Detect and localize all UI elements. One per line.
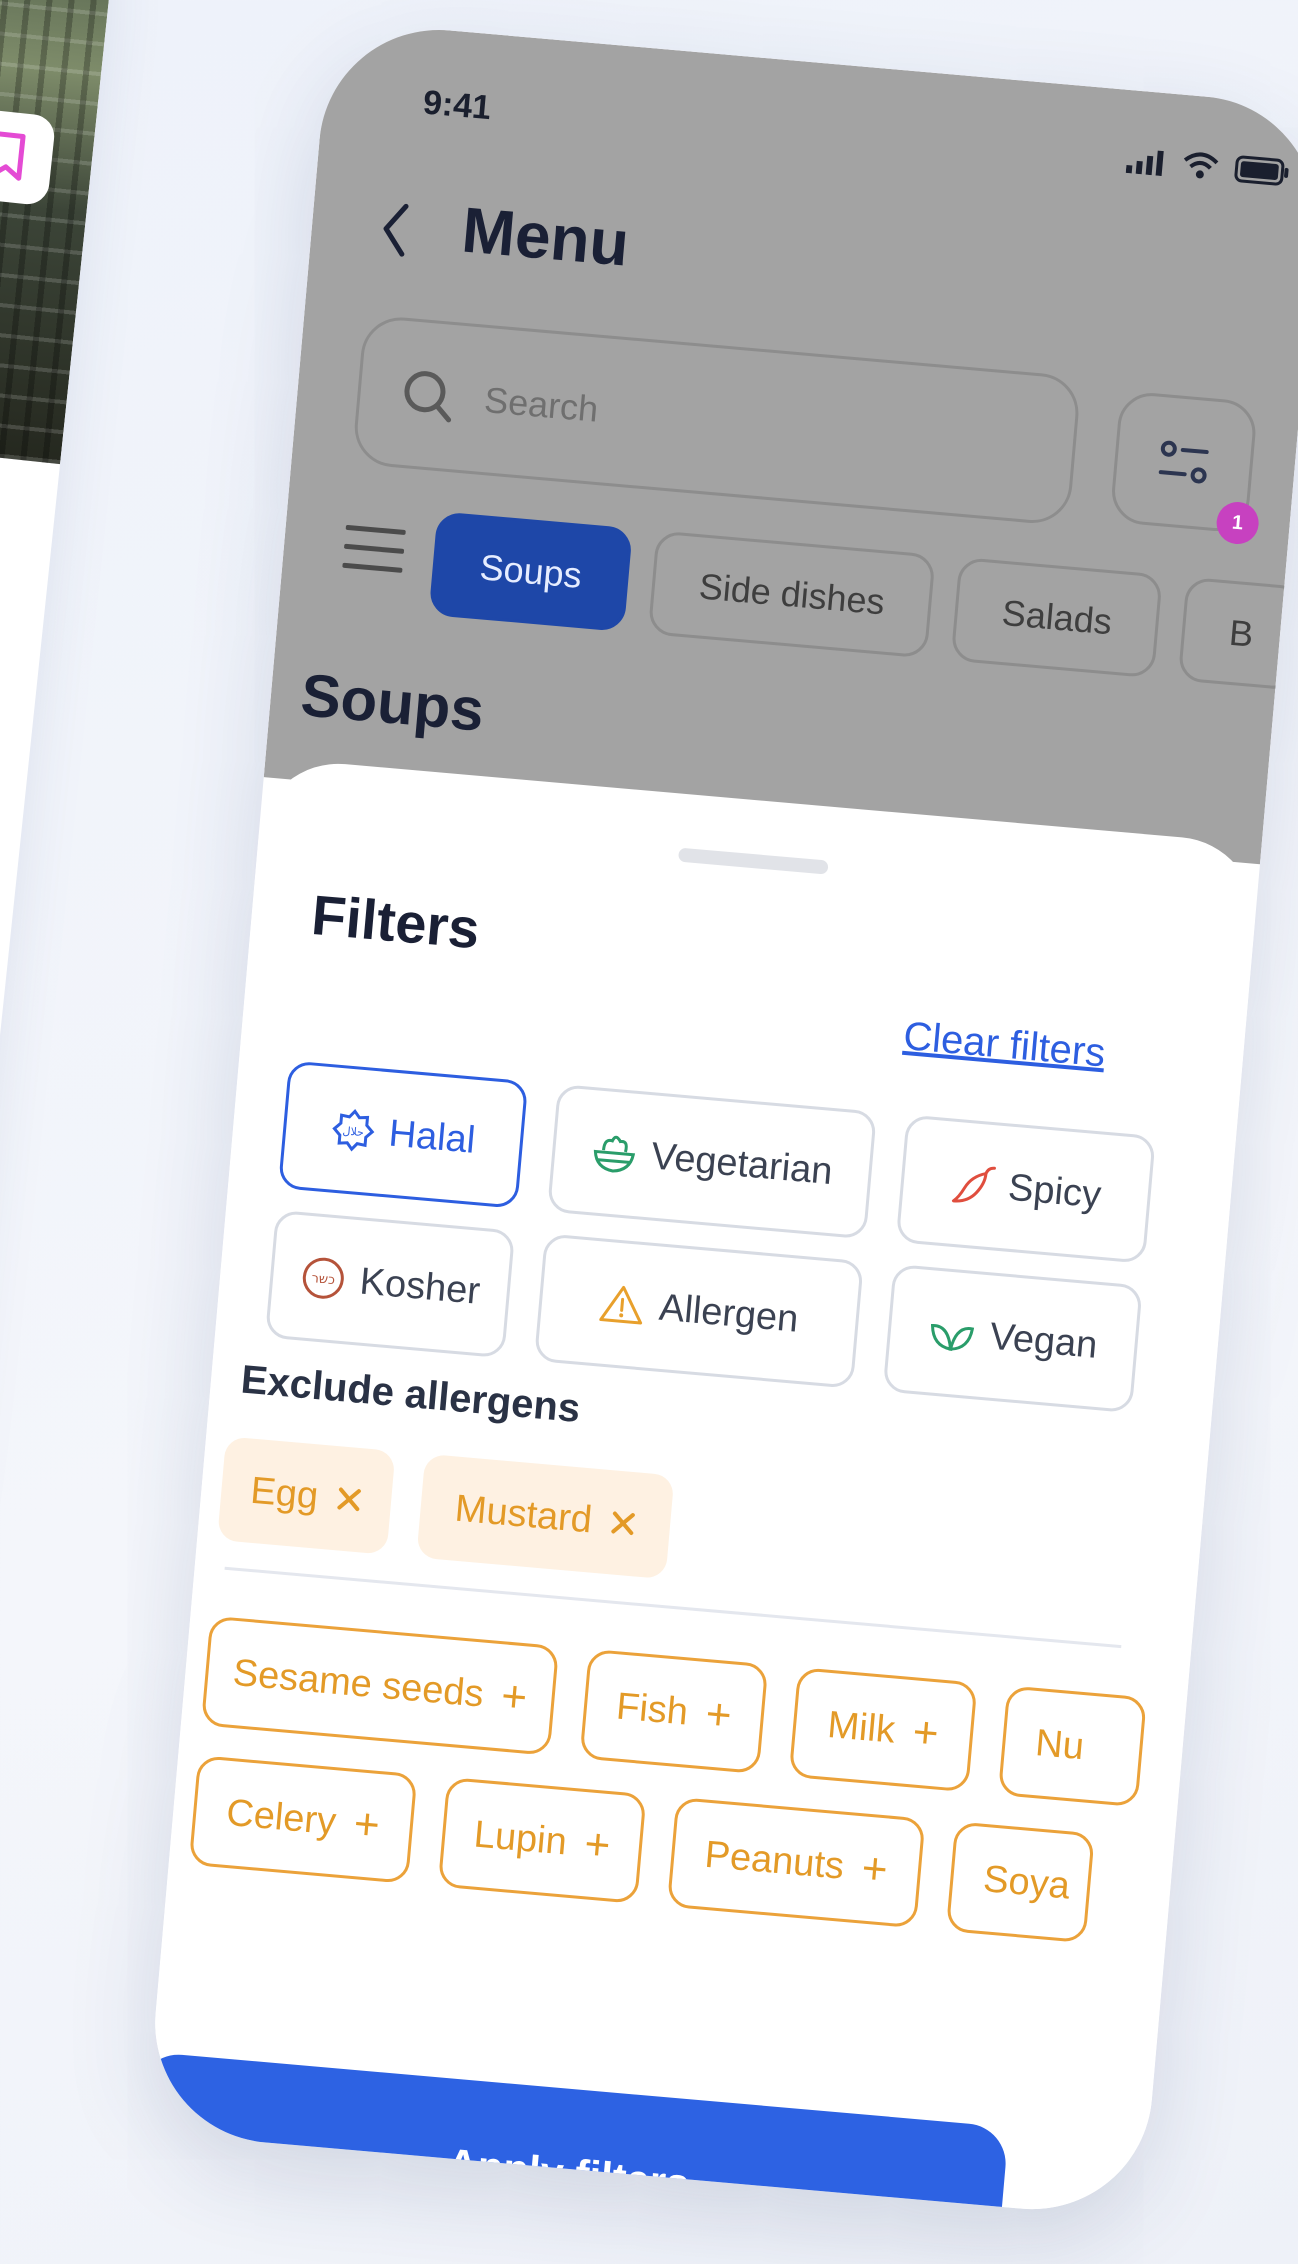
sliders-icon <box>1158 440 1209 484</box>
tab-more[interactable]: B <box>1177 576 1298 691</box>
tag-label: Lupin <box>472 1813 569 1863</box>
menu-screen-dimmed: 9:41 Menu Search 1 Soups Side dishes Sal… <box>263 20 1298 865</box>
filter-button[interactable]: 1 <box>1109 390 1261 546</box>
back-button[interactable] <box>377 200 412 263</box>
allergen-lupin[interactable]: Lupin + <box>437 1776 647 1904</box>
tag-label: Celery <box>224 1791 338 1843</box>
tag-label: Fish <box>614 1684 690 1734</box>
chip-label: Kosher <box>358 1259 482 1313</box>
phone-screen: 9:41 Menu Search 1 Soups Side dishes Sal… <box>145 20 1298 2220</box>
search-placeholder: Search <box>482 378 600 430</box>
filters-sheet: Filters Clear filters حلال Halal Vegetar… <box>145 757 1262 2220</box>
allergen-celery[interactable]: Celery + <box>188 1755 418 1884</box>
kosher-icon: כשר <box>302 1257 344 1299</box>
category-tabs: Soups Side dishes Salads B <box>428 511 1298 691</box>
allergen-peanuts[interactable]: Peanuts + <box>666 1796 926 1929</box>
close-icon[interactable] <box>335 1485 363 1513</box>
chili-pepper-icon <box>951 1166 996 1203</box>
search-icon <box>404 371 452 423</box>
plus-icon: + <box>910 1707 941 1759</box>
close-icon[interactable] <box>609 1509 637 1537</box>
search-input[interactable]: Search <box>351 314 1082 527</box>
chip-label: Spicy <box>1006 1166 1103 1217</box>
apply-filters-button[interactable]: Apply filters <box>145 2051 1009 2220</box>
tag-label: Egg <box>248 1469 320 1518</box>
tag-label: Sesame seeds <box>231 1651 486 1716</box>
chip-kosher[interactable]: כשר Kosher <box>264 1209 516 1359</box>
chip-halal[interactable]: حلال Halal <box>278 1060 529 1209</box>
chip-label: Vegetarian <box>649 1134 835 1193</box>
battery-icon <box>1234 155 1289 186</box>
status-time: 9:41 <box>421 83 493 128</box>
leaf-icon <box>931 1323 975 1352</box>
plus-icon: + <box>582 1819 613 1871</box>
tab-soups[interactable]: Soups <box>428 511 633 632</box>
salad-bowl-icon <box>593 1135 636 1173</box>
chip-label: Vegan <box>988 1315 1100 1367</box>
svg-text:כשר: כשר <box>311 1271 336 1288</box>
plus-icon: + <box>703 1689 734 1741</box>
plus-icon: + <box>859 1843 890 1895</box>
svg-text:حلال: حلال <box>342 1124 364 1139</box>
sheet-title: Filters <box>309 882 483 961</box>
category-menu-button[interactable] <box>342 523 407 579</box>
plus-icon: + <box>351 1799 382 1851</box>
hamburger-icon <box>342 524 407 573</box>
tag-label: Peanuts <box>703 1833 846 1888</box>
chip-vegetarian[interactable]: Vegetarian <box>546 1083 877 1240</box>
tag-label: Mustard <box>453 1487 594 1541</box>
exclude-allergens-heading: Exclude allergens <box>239 1357 582 1431</box>
allergen-milk[interactable]: Milk + <box>788 1667 978 1793</box>
filter-count-badge: 1 <box>1214 500 1261 546</box>
chevron-left-icon <box>383 203 409 257</box>
signal-icon <box>1125 150 1164 177</box>
halal-icon: حلال <box>331 1108 375 1152</box>
chip-vegan[interactable]: Vegan <box>882 1263 1143 1414</box>
warning-triangle-icon <box>599 1285 643 1325</box>
restaurant-photo <box>0 0 119 465</box>
chip-spicy[interactable]: Spicy <box>895 1114 1156 1264</box>
excluded-tag-egg[interactable]: Egg <box>217 1436 396 1555</box>
allergen-nuts[interactable]: Nu <box>997 1685 1147 1808</box>
tab-side-dishes[interactable]: Side dishes <box>647 530 936 659</box>
allergen-sesame-seeds[interactable]: Sesame seeds + <box>200 1615 560 1756</box>
page-title: Menu <box>459 193 632 280</box>
tag-label: Milk <box>825 1703 897 1752</box>
allergen-soya[interactable]: Soya <box>945 1821 1095 1944</box>
tag-label: Nu <box>1033 1721 1086 1768</box>
plus-icon: + <box>499 1671 530 1723</box>
chip-allergen[interactable]: Allergen <box>533 1233 864 1389</box>
allergen-fish[interactable]: Fish + <box>579 1648 769 1775</box>
chip-label: Allergen <box>657 1286 801 1341</box>
background-phone <box>0 0 119 2264</box>
wifi-icon <box>1183 152 1219 179</box>
chip-label: Halal <box>387 1111 478 1162</box>
tab-salads[interactable]: Salads <box>950 556 1164 679</box>
clear-filters-link[interactable]: Clear filters <box>902 1014 1107 1076</box>
bookmark-icon <box>0 131 26 181</box>
section-title: Soups <box>298 661 487 744</box>
sheet-handle[interactable] <box>677 847 829 875</box>
status-icons <box>1125 145 1292 187</box>
excluded-tag-mustard[interactable]: Mustard <box>416 1453 675 1580</box>
tag-label: Soya <box>981 1857 1072 1907</box>
